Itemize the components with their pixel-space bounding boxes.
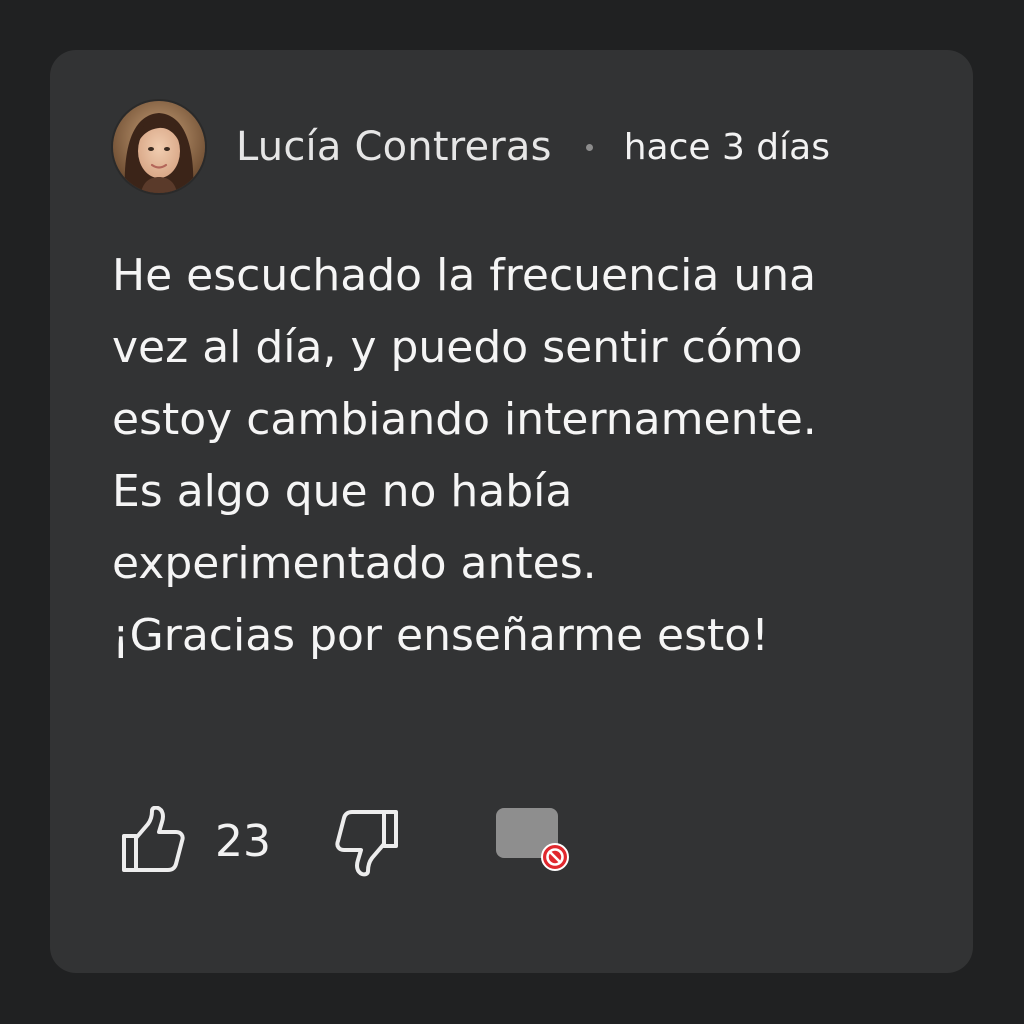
avatar[interactable]	[113, 101, 205, 193]
comment-line: He escuchado la frecuencia una	[112, 250, 817, 301]
thumbs-up-icon	[122, 805, 185, 872]
comment-line: vez al día, y puedo sentir cómo	[112, 322, 803, 373]
reply-button[interactable]	[494, 806, 574, 882]
comment-body: He escuchado la frecuencia una vez al dí…	[112, 240, 912, 672]
blocked-icon	[541, 843, 569, 871]
comment-line: estoy cambiando internamente.	[112, 394, 817, 445]
comment-line: experimentado antes.	[112, 538, 597, 589]
comment-line: ¡Gracias por enseñarme esto!	[112, 610, 769, 661]
dislike-button[interactable]	[332, 808, 400, 878]
comment-header: Lucía Contreras hace 3 días	[113, 99, 830, 195]
comment-line: Es algo que no había	[112, 466, 573, 517]
separator-dot	[585, 143, 593, 151]
like-count: 23	[215, 816, 271, 867]
avatar-image	[113, 101, 205, 193]
thumbs-down-icon	[335, 810, 398, 877]
comment-actions: 23	[120, 805, 620, 886]
comment-timestamp[interactable]: hace 3 días	[624, 127, 830, 168]
author-name[interactable]: Lucía Contreras	[236, 124, 552, 170]
like-button[interactable]	[120, 805, 186, 876]
comment-card: Lucía Contreras hace 3 días He escuchado…	[50, 50, 973, 973]
